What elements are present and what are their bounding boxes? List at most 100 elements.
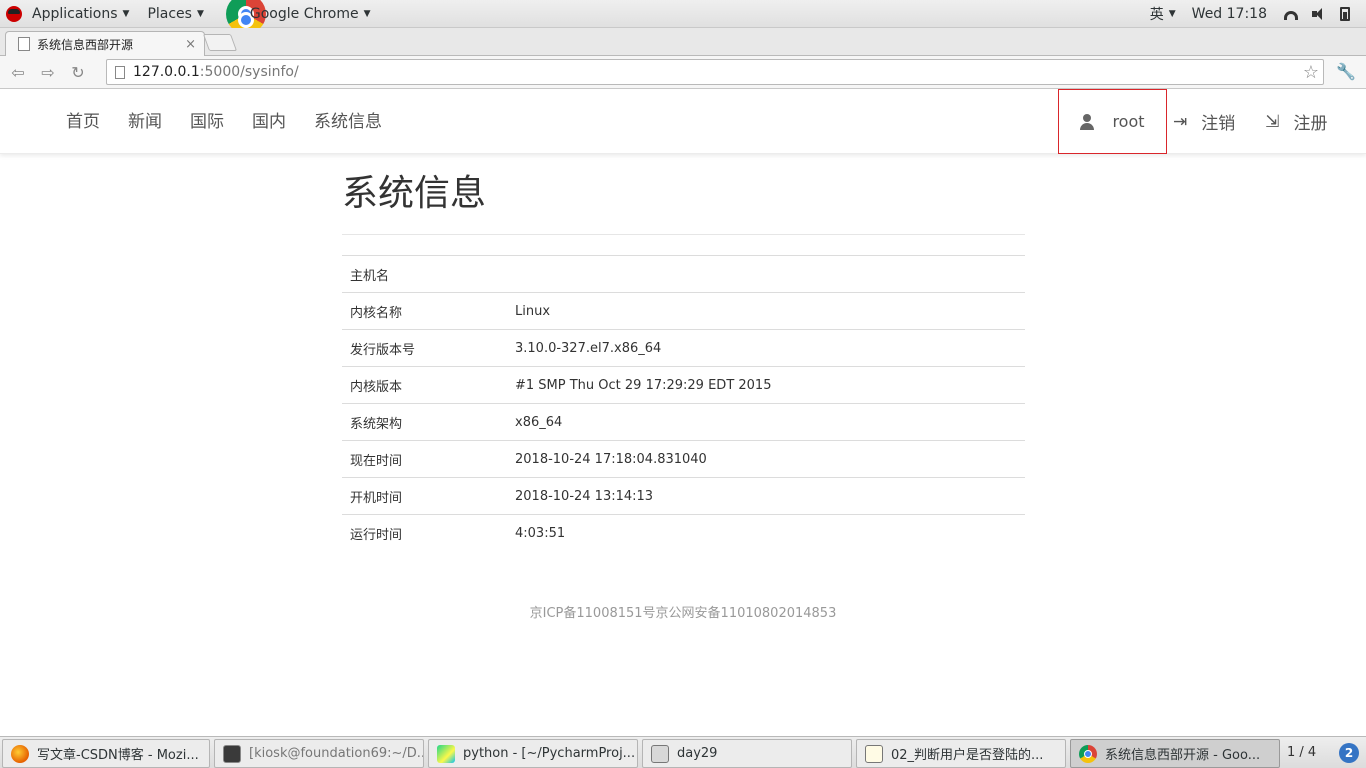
battery-icon[interactable] [1340,6,1350,21]
nav-link-international[interactable]: 国际 [176,107,238,132]
caret-down-icon: ▼ [363,8,371,19]
input-method-label: 英 [1149,6,1164,23]
sign-in-icon: ⇥ [1173,111,1188,132]
register-label: 注册 [1293,114,1328,134]
user-link[interactable]: root [1058,89,1167,154]
footer-icp: 京ICP备11008151号京公网安备11010802014853 [529,606,837,621]
close-icon[interactable]: × [185,37,196,52]
volume-icon[interactable] [1312,7,1326,21]
sysinfo-table: 主机名 内核名称 Linux 发行版本号 3.10.0-327.el7.x86_64… [342,255,1025,552]
app-name-label: Google Chrome [249,5,359,22]
title-divider [342,234,1025,235]
tab-strip: 系统信息西部开源 × [0,28,1366,56]
terminal-icon [223,744,241,763]
workspace-badge[interactable]: 2 [1339,743,1359,763]
table-row: 主机名 [342,255,1025,293]
logout-link[interactable]: ⇥ 注销 [1173,109,1249,135]
nav-user-area: root ⇥ 注销 ⇲ 注册 [1058,89,1342,154]
row-value [507,255,1025,293]
url-path: :5000/sysinfo/ [199,64,299,80]
task-pycharm[interactable]: python - [~/PycharmProj... [428,739,638,768]
places-menu[interactable]: Places ▼ [141,0,209,28]
nav-link-home[interactable]: 首页 [52,107,114,132]
task-label: day29 [677,746,718,761]
input-method-menu[interactable]: 英 ▼ [1144,0,1182,28]
text-editor-icon [865,744,883,763]
caret-down-icon: ▼ [196,8,204,19]
site-navbar: 首页 新闻 国际 国内 系统信息 root ⇥ 注销 ⇲ 注册 [0,89,1366,154]
redhat-icon[interactable] [6,5,22,22]
row-key: 内核名称 [342,292,507,330]
nav-link-sysinfo[interactable]: 系统信息 [300,107,396,132]
table-row: 系统架构 x86_64 [342,403,1025,441]
task-firefox[interactable]: 写文章-CSDN博客 - Mozi... [2,739,210,768]
clock-label: Wed 17:18 [1191,5,1267,22]
nav-link-news[interactable]: 新闻 [114,107,176,132]
table-row: 开机时间 2018-10-24 13:14:13 [342,477,1025,515]
applications-menu[interactable]: Applications ▼ [26,0,135,28]
firefox-icon [11,744,29,763]
page-icon [18,37,30,51]
forward-icon[interactable]: ⇨ [36,60,60,84]
back-icon[interactable]: ⇦ [6,60,30,84]
table-row: 现在时间 2018-10-24 17:18:04.831040 [342,440,1025,478]
app-menu[interactable]: Google Chrome ▼ [214,0,377,34]
task-terminal[interactable]: [kiosk@foundation69:~/D... [214,739,424,768]
wifi-icon[interactable] [1284,11,1298,20]
user-icon [1080,113,1095,130]
table-row: 运行时间 4:03:51 [342,514,1025,552]
task-label: 02_判断用户是否登陆的... [891,748,1044,763]
row-key: 主机名 [342,255,507,293]
row-key: 运行时间 [342,514,507,552]
url-host: 127.0.0.1 [133,64,200,80]
task-label: python - [~/PycharmProj... [463,746,636,761]
caret-down-icon: ▼ [1168,8,1176,19]
chrome-icon [1079,744,1097,763]
task-label: 系统信息西部开源 - Goo... [1105,748,1261,763]
row-key: 现在时间 [342,440,507,478]
nav-link-domestic[interactable]: 国内 [238,107,300,132]
task-files[interactable]: day29 [642,739,852,768]
task-chrome[interactable]: 系统信息西部开源 - Goo... [1070,739,1280,768]
task-editor[interactable]: 02_判断用户是否登陆的... [856,739,1066,768]
row-value: 3.10.0-327.el7.x86_64 [507,329,1025,367]
main-content: 系统信息 主机名 内核名称 Linux 发行版本号 3.10.0-327.el7.x… [342,154,1025,552]
page-title: 系统信息 [342,173,487,214]
top-panel: Applications ▼ Places ▼ Google Chrome ▼ … [0,0,1366,34]
table-row: 发行版本号 3.10.0-327.el7.x86_64 [342,329,1025,367]
table-row: 内核名称 Linux [342,292,1025,330]
clock[interactable]: Wed 17:18 [1182,0,1277,28]
sign-out-icon: ⇲ [1265,111,1280,132]
row-key: 开机时间 [342,477,507,515]
wrench-icon[interactable]: 🔧 [1336,62,1356,81]
workspace-indicator[interactable]: 1 / 4 [1287,745,1316,760]
username: root [1112,112,1145,131]
address-bar[interactable]: 127.0.0.1:5000/sysinfo/ ☆ [106,59,1324,85]
row-value: #1 SMP Thu Oct 29 17:29:29 EDT 2015 [507,366,1025,404]
caret-down-icon: ▼ [122,8,130,19]
page-icon [115,65,125,79]
table-row: 内核版本 #1 SMP Thu Oct 29 17:29:29 EDT 2015 [342,366,1025,404]
places-label: Places [147,5,192,22]
applications-label: Applications [32,5,118,22]
task-label: 写文章-CSDN博客 - Mozi... [37,748,199,763]
reload-icon[interactable]: ↻ [66,60,90,84]
row-value: 2018-10-24 13:14:13 [507,477,1025,515]
task-label: [kiosk@foundation69:~/D... [249,746,424,761]
row-key: 内核版本 [342,366,507,404]
row-value: 4:03:51 [507,514,1025,552]
new-tab-button[interactable] [202,34,238,51]
row-value: 2018-10-24 17:18:04.831040 [507,440,1025,478]
browser-toolbar: ⇦ ⇨ ↻ 127.0.0.1:5000/sysinfo/ ☆ 🔧 [0,56,1366,89]
file-manager-icon [651,744,669,763]
tab-title: 系统信息西部开源 [37,37,134,52]
bookmark-star-icon[interactable]: ☆ [1303,62,1319,83]
panel-status-area: 英 ▼ Wed 17:18 [1144,0,1366,28]
row-key: 发行版本号 [342,329,507,367]
tab-sysinfo[interactable]: 系统信息西部开源 × [5,31,205,56]
pycharm-icon [437,744,455,763]
row-value: x86_64 [507,403,1025,441]
logout-label: 注销 [1201,114,1236,134]
register-link[interactable]: ⇲ 注册 [1265,109,1341,135]
row-value: Linux [507,292,1025,330]
